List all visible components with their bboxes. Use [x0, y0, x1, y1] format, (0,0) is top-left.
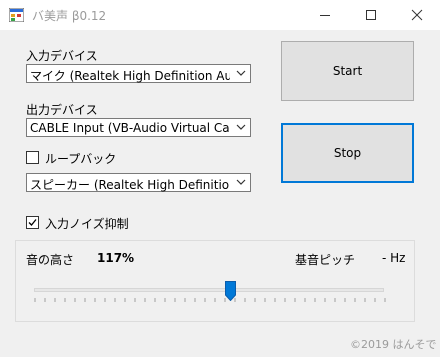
loopback-label: ループバック [45, 152, 117, 166]
output-device-value: CABLE Input (VB-Audio Virtual Cable) [30, 121, 230, 135]
chevron-down-icon [236, 179, 246, 185]
base-pitch-value: - Hz [382, 251, 406, 265]
noise-suppression-checkbox[interactable] [26, 216, 39, 229]
input-device-select[interactable]: マイク (Realtek High Definition Au [26, 64, 251, 83]
minimize-icon [320, 15, 330, 16]
noise-suppression-label: 入力ノイズ抑制 [45, 217, 129, 231]
output-device-select[interactable]: CABLE Input (VB-Audio Virtual Cable) [26, 118, 251, 137]
window-title: バ美声 β0.12 [32, 9, 107, 23]
chevron-down-icon [236, 70, 246, 76]
input-device-label: 入力デバイス [26, 49, 98, 63]
close-icon [411, 9, 423, 21]
chevron-down-icon [236, 124, 246, 130]
input-device-value: マイク (Realtek High Definition Au [30, 69, 230, 83]
pitch-slider-ticks [34, 298, 386, 302]
pitch-value: 117% [97, 251, 135, 265]
maximize-button[interactable] [348, 0, 394, 30]
loopback-checkbox[interactable] [26, 151, 39, 164]
title-bar[interactable]: バ美声 β0.12 [0, 0, 440, 30]
copyright-text: ©2019 はんそで [350, 338, 437, 351]
base-pitch-label: 基音ピッチ [295, 253, 356, 267]
checkmark-icon [28, 219, 37, 226]
pitch-slider-track[interactable] [34, 288, 384, 292]
close-button[interactable] [394, 0, 440, 30]
loopback-device-value: スピーカー (Realtek High Definition Audio [30, 178, 230, 192]
app-icon [9, 8, 24, 22]
stop-button[interactable]: Stop [281, 123, 414, 183]
output-device-label: 出力デバイス [26, 103, 98, 117]
minimize-button[interactable] [302, 0, 348, 30]
start-button[interactable]: Start [281, 41, 414, 101]
pitch-label: 音の高さ [26, 253, 75, 267]
maximize-icon [366, 10, 376, 20]
loopback-device-select[interactable]: スピーカー (Realtek High Definition Audio [26, 173, 251, 192]
pitch-slider-thumb[interactable] [225, 281, 236, 301]
